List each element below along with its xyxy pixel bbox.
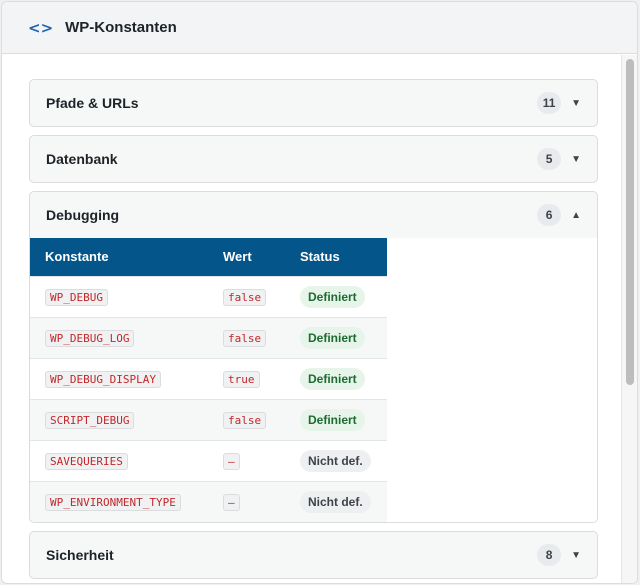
scrollbar[interactable] [621,55,637,583]
chevron-down-icon: ▼ [571,153,581,165]
status-badge: Definiert [300,326,365,349]
constant-name: WP_DEBUG_DISPLAY [45,370,161,388]
constant-cell: WP_DEBUG [30,275,208,317]
constant-value: — [223,493,240,511]
chevron-down-icon: ▼ [571,97,581,109]
constants-table: Konstante Wert Status WP_DEBUG false Defin… [30,238,387,522]
count-badge: 5 [537,148,562,170]
constant-value: false [223,288,267,306]
constant-cell: WP_DEBUG_DISPLAY [30,357,208,399]
section-label: Pfade & URLs [46,95,139,111]
constant-name: WP_DEBUG [45,288,108,306]
column-header: Status [285,238,387,276]
constant-cell: SCRIPT_DEBUG [30,398,208,440]
section-database: Datenbank 5 ▼ [29,135,598,183]
constant-name: SAVEQUERIES [45,452,128,470]
constant-name: WP_ENVIRONMENT_TYPE [45,493,181,511]
constant-cell: WP_DEBUG_LOG [30,316,208,358]
status-badge: Nicht def. [300,490,371,513]
status-cell: Definiert [285,357,387,399]
value-cell: false [208,398,285,440]
section-header[interactable]: Sicherheit 8 ▼ [30,532,597,578]
constant-name: SCRIPT_DEBUG [45,411,135,429]
section-body: Konstante Wert Status WP_DEBUG false Defin… [30,238,597,522]
table-row: SAVEQUERIES — Nicht def. [30,439,387,481]
count-badge: 8 [537,544,562,566]
constant-cell: WP_ENVIRONMENT_TYPE [30,480,208,522]
scrollbar-thumb[interactable] [626,59,634,385]
count-badge: 6 [537,204,562,226]
status-cell: Definiert [285,398,387,440]
status-cell: Nicht def. [285,439,387,481]
section-header[interactable]: Debugging 6 ▲ [30,192,597,238]
constant-value: true [223,370,260,388]
table-row: WP_DEBUG_LOG false Definiert [30,316,387,358]
panel-title: WP-Konstanten [65,19,177,36]
constant-value: — [223,452,240,470]
status-cell: Nicht def. [285,480,387,522]
section-debugging: Debugging 6 ▲ Konstante Wert Status WP_DEB… [29,191,598,523]
table-row: WP_DEBUG false Definiert [30,275,387,317]
section-security: Sicherheit 8 ▼ [29,531,598,579]
wp-constants-panel: <> WP-Konstanten Pfade & URLs 11 ▼ Datenba… [1,1,638,584]
column-header: Konstante [30,238,208,276]
section-header[interactable]: Datenbank 5 ▼ [30,136,597,182]
status-badge: Nicht def. [300,449,371,472]
constant-value: false [223,329,267,347]
code-icon: <> [28,18,54,37]
constant-name: WP_DEBUG_LOG [45,329,135,347]
section-label: Sicherheit [46,547,114,563]
count-badge: 11 [537,92,562,114]
value-cell: false [208,275,285,317]
panel-header: <> WP-Konstanten [2,2,637,54]
section-header[interactable]: Pfade & URLs 11 ▼ [30,80,597,126]
status-cell: Definiert [285,275,387,317]
chevron-down-icon: ▼ [571,549,581,561]
value-cell: — [208,439,285,481]
status-badge: Definiert [300,367,365,390]
section-label: Debugging [46,207,120,223]
chevron-up-icon: ▲ [571,209,581,221]
table-row: WP_ENVIRONMENT_TYPE — Nicht def. [30,480,387,522]
table-row: SCRIPT_DEBUG false Definiert [30,398,387,440]
column-header: Wert [208,238,285,276]
value-cell: — [208,480,285,522]
status-badge: Definiert [300,285,365,308]
section-paths: Pfade & URLs 11 ▼ [29,79,598,127]
constant-cell: SAVEQUERIES [30,439,208,481]
value-cell: false [208,316,285,358]
constant-value: false [223,411,267,429]
section-label: Datenbank [46,151,118,167]
table-row: WP_DEBUG_DISPLAY true Definiert [30,357,387,399]
status-cell: Definiert [285,316,387,358]
value-cell: true [208,357,285,399]
status-badge: Definiert [300,408,365,431]
